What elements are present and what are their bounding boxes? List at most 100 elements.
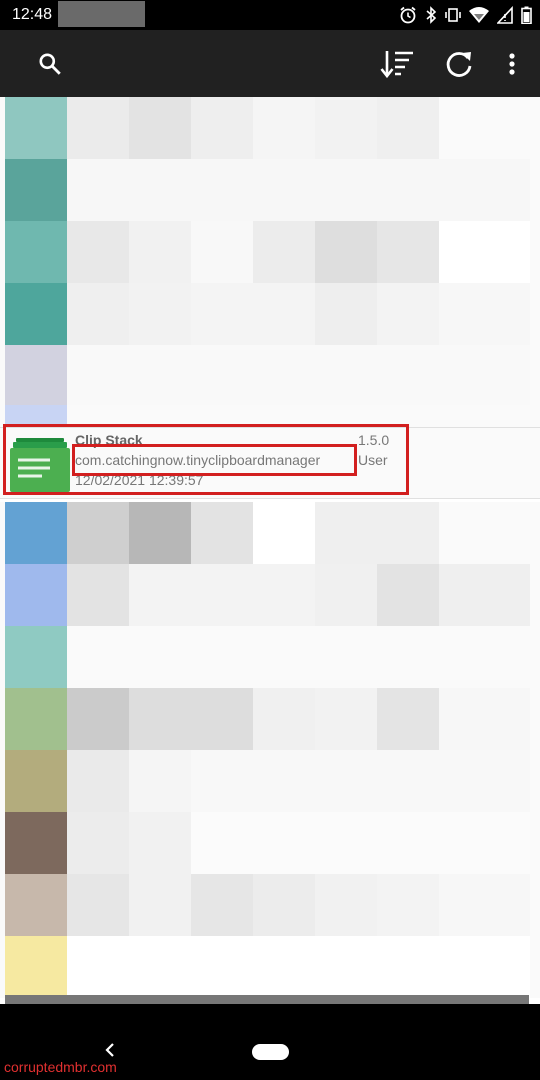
redacted-text-block (129, 345, 191, 407)
list-item[interactable] (0, 97, 540, 159)
status-bar: 12:48 (0, 0, 540, 30)
redacted-text-block (315, 159, 377, 221)
redacted-text-block (377, 345, 439, 407)
list-item[interactable] (0, 626, 540, 688)
redacted-text-block (439, 97, 530, 159)
redacted-text-block (253, 221, 315, 283)
more-vert-icon (509, 52, 515, 75)
redacted-text-block (315, 283, 377, 345)
redacted-text-block (377, 502, 439, 564)
redacted-text-block (191, 936, 253, 998)
redacted-text-block (67, 874, 129, 936)
redacted-text-block (439, 564, 530, 626)
list-item[interactable] (0, 283, 540, 345)
redacted-text-block (377, 750, 439, 812)
list-item[interactable] (0, 812, 540, 874)
list-item[interactable] (0, 874, 540, 936)
redacted-text-block (191, 688, 253, 750)
redacted-text-block (253, 688, 315, 750)
list-item-partial (5, 995, 529, 1004)
redacted-text-block (67, 626, 129, 688)
app-icon (5, 97, 67, 159)
app-icon (5, 159, 67, 221)
app-icon (5, 564, 67, 626)
alarm-icon (400, 6, 416, 24)
list-item[interactable] (0, 936, 540, 998)
list-item[interactable] (0, 688, 540, 750)
redacted-text-block (253, 626, 315, 688)
search-button[interactable] (25, 30, 75, 97)
redacted-text-block (129, 502, 191, 564)
redacted-text-block (439, 812, 530, 874)
redacted-text-block (377, 159, 439, 221)
redacted-text-block (315, 874, 377, 936)
redacted-text-block (377, 812, 439, 874)
redacted-text-block (377, 221, 439, 283)
redacted-text-block (315, 97, 377, 159)
redacted-text-block (191, 345, 253, 407)
redacted-text-block (253, 564, 315, 626)
redacted-text-block (67, 688, 129, 750)
redacted-text-block (253, 345, 315, 407)
status-icons (399, 5, 532, 25)
redacted-text-block (67, 345, 129, 407)
app-list[interactable]: Clip Stack com.catchingnow.tinyclipboard… (0, 97, 540, 1004)
redacted-text-block (191, 159, 253, 221)
redacted-text-block (315, 936, 377, 998)
redacted-text-block (315, 502, 377, 564)
redacted-text-block (439, 688, 530, 750)
redacted-text-block (67, 564, 129, 626)
redacted-text-block (315, 345, 377, 407)
redacted-text-block (377, 97, 439, 159)
app-icon (5, 283, 67, 345)
redacted-text-block (191, 750, 253, 812)
redacted-text-block (439, 283, 530, 345)
redacted-text-block (315, 626, 377, 688)
vibrate-icon (445, 8, 461, 22)
redacted-text-block (191, 283, 253, 345)
app-bar (0, 30, 540, 97)
redacted-text-block (253, 874, 315, 936)
list-item[interactable] (0, 221, 540, 283)
more-options-button[interactable] (487, 30, 537, 97)
app-icon (5, 688, 67, 750)
redacted-text-block (439, 874, 530, 936)
redacted-text-block (67, 936, 129, 998)
list-item[interactable] (0, 345, 540, 407)
redacted-text-block (377, 564, 439, 626)
app-icon (5, 345, 67, 407)
home-pill-icon[interactable] (252, 1044, 289, 1060)
redacted-text-block (191, 502, 253, 564)
list-item[interactable] (0, 159, 540, 221)
sort-button[interactable] (372, 30, 422, 97)
redacted-text-block (129, 750, 191, 812)
redacted-text-block (129, 626, 191, 688)
redacted-text-block (129, 874, 191, 936)
app-icon (5, 874, 67, 936)
redacted-text-block (67, 97, 129, 159)
redacted-text-block (253, 159, 315, 221)
wifi-icon (469, 7, 489, 23)
redacted-notification-area (58, 1, 145, 27)
redacted-text-block (315, 750, 377, 812)
redacted-text-block (191, 97, 253, 159)
redacted-text-block (191, 812, 253, 874)
app-icon (5, 750, 67, 812)
watermark: corruptedmbr.com (4, 1059, 117, 1075)
refresh-button[interactable] (434, 30, 484, 97)
redacted-text-block (67, 812, 129, 874)
list-item[interactable] (0, 502, 540, 564)
redacted-text-block (253, 936, 315, 998)
signal-icon (497, 6, 513, 24)
redacted-text-block (191, 874, 253, 936)
redacted-text-block (191, 221, 253, 283)
highlight-box-package-name (72, 444, 357, 476)
redacted-text-block (439, 221, 530, 283)
list-item[interactable] (0, 564, 540, 626)
redacted-text-block (439, 345, 530, 407)
redacted-text-block (129, 97, 191, 159)
redacted-text-block (191, 626, 253, 688)
redacted-text-block (129, 688, 191, 750)
redacted-text-block (67, 159, 129, 221)
list-item[interactable] (0, 750, 540, 812)
